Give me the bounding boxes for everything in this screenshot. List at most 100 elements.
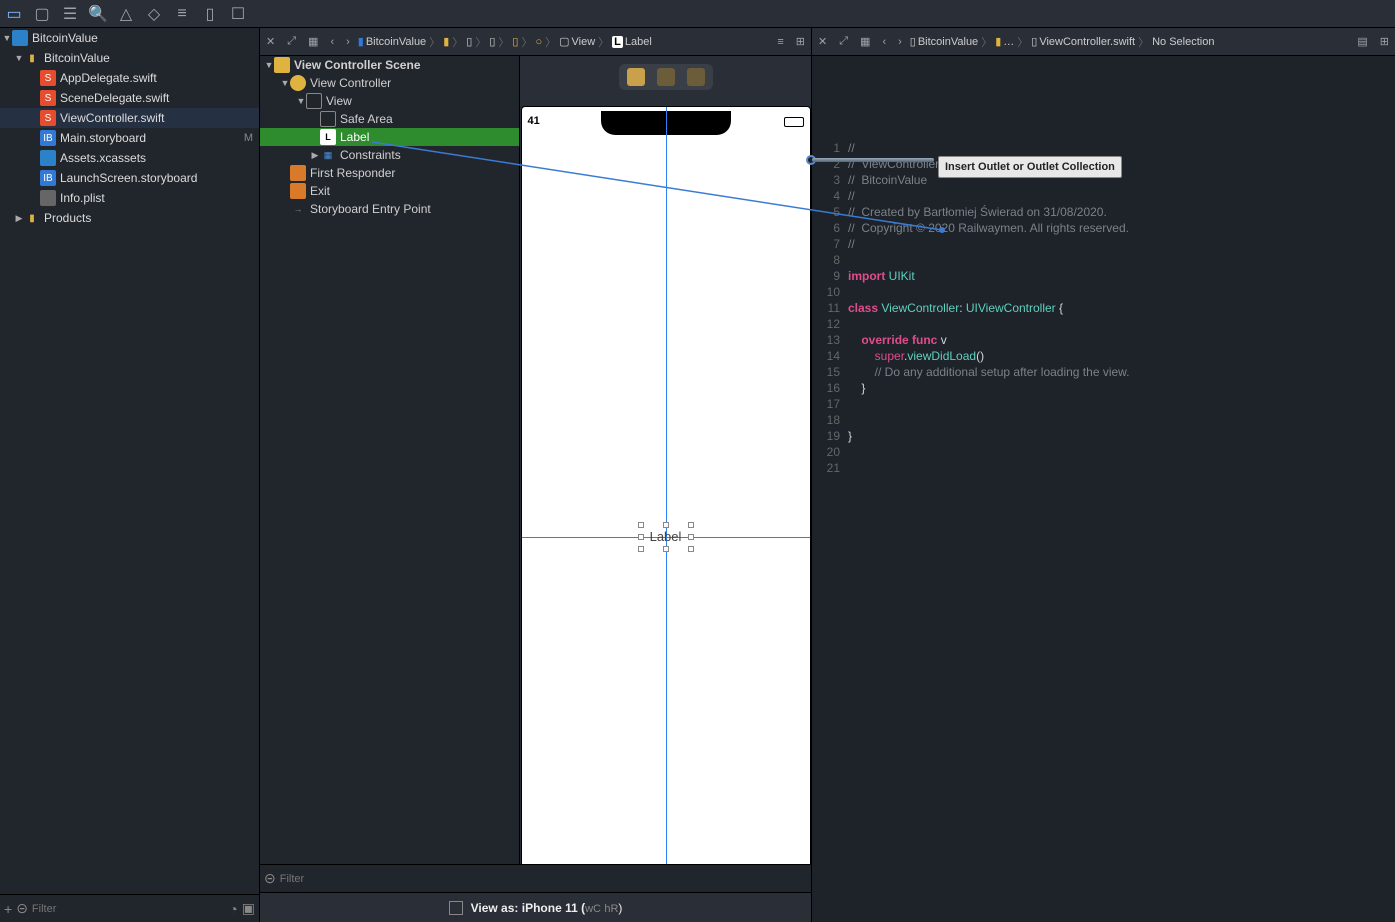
forward-icon[interactable]: › [892,36,908,48]
crumb-label[interactable]: L Label [610,36,654,48]
outline-entry-point[interactable]: → Storyboard Entry Point [260,200,519,218]
assistant-editor: ✕ ⤢ ▦ ‹ › ▯ BitcoinValue 〉▮ … 〉▯ ViewCon… [812,28,1395,922]
swift-file-icon: S [40,110,56,126]
safearea-icon [320,111,336,127]
selection-handles[interactable] [641,525,691,549]
navigator-toolbar: ▭ ▢ ☰ 🔍 △ ◇ ≡ ▯ ☐ [0,0,1395,28]
file-assets[interactable]: Assets.xcassets [0,148,259,168]
outline-label[interactable]: L Label [260,128,519,146]
file-appdelegate[interactable]: S AppDelegate.swift [0,68,259,88]
scene-dock [619,64,713,90]
recent-filter-icon[interactable]: ◔ [229,901,237,917]
swift-file-icon: S [40,70,56,86]
group-products[interactable]: ▶ ▮ Products [0,208,259,228]
breakpoint-navigator-icon[interactable]: ▯ [196,0,224,28]
crumb-folder[interactable]: ▮ … [993,35,1016,48]
outline-view[interactable]: ▼ View [260,92,519,110]
vc-icon [290,75,306,91]
interface-builder: ✕ ⤢ ▦ ‹ › ▮BitcoinValue 〉▮ 〉▯ 〉▯ 〉▯ 〉○ 〉… [260,28,812,922]
back-icon[interactable]: ‹ [324,36,340,48]
report-navigator-icon[interactable]: ☐ [224,0,252,28]
outline-scene[interactable]: ▼ View Controller Scene [260,56,519,74]
crumb-project[interactable]: ▮BitcoinValue [356,35,428,48]
crumb-scene[interactable]: ▯ [510,35,520,48]
navigator-filter-bar: + ⊝ ◔ ▣ [0,894,259,922]
first-responder-icon [290,165,306,181]
scene-icon [274,57,290,73]
crumb-view[interactable]: ▢View [557,35,597,48]
forward-icon[interactable]: › [340,36,356,48]
group-bitcoinvalue[interactable]: ▼ ▮ BitcoinValue [0,48,259,68]
source-editor[interactable]: Insert Outlet or Outlet Collection 1//2/… [812,56,1395,480]
related-items-icon[interactable]: ▦ [302,35,324,48]
device-preview[interactable]: 41 Label [521,106,811,864]
outline-viewcontroller[interactable]: ▼ View Controller [260,74,519,92]
storyboard-file-icon: IB [40,130,56,146]
alignment-guide-vertical [666,107,667,864]
outlet-drag-indicator [812,154,942,166]
dock-vc-icon[interactable] [627,68,645,86]
ib-jumpbar: ✕ ⤢ ▦ ‹ › ▮BitcoinValue 〉▮ 〉▯ 〉▯ 〉▯ 〉○ 〉… [260,28,811,56]
label-icon: L [320,129,336,145]
outlet-tooltip: Insert Outlet or Outlet Collection [938,156,1122,178]
symbol-navigator-icon[interactable]: ☰ [56,0,84,28]
add-editor-icon[interactable]: ⊞ [790,35,811,48]
status-clock: 41 [528,115,540,127]
crumb-file[interactable]: ▯ [464,35,474,48]
crumb-project[interactable]: ▯ BitcoinValue [908,35,980,48]
file-viewcontroller[interactable]: S ViewController.swift [0,108,259,128]
editor-jumpbar: ✕ ⤢ ▦ ‹ › ▯ BitcoinValue 〉▮ … 〉▯ ViewCon… [812,28,1395,56]
filter-scope-icon[interactable]: ⊝ [264,870,276,887]
crumb-selection[interactable]: No Selection [1150,36,1216,48]
storyboard-file-icon: IB [40,170,56,186]
plist-file-icon [40,190,56,206]
add-button[interactable]: + [4,901,12,917]
group-label: BitcoinValue [44,51,259,65]
project-icon [12,30,28,46]
navigator-filter-input[interactable] [32,903,225,915]
dock-first-responder-icon[interactable] [657,68,675,86]
outline-safearea[interactable]: Safe Area [260,110,519,128]
outline-filter-input[interactable] [280,873,807,885]
ib-canvas[interactable]: 41 Label [520,56,811,864]
test-navigator-icon[interactable]: ◇ [140,0,168,28]
device-config-icon[interactable] [449,901,463,915]
crumb-folder[interactable]: ▮ [441,35,451,48]
minimap-icon[interactable]: ▤ [1351,35,1373,48]
debug-navigator-icon[interactable]: ≡ [168,0,196,28]
close-tab-icon[interactable]: ✕ [260,35,281,48]
folder-icon: ▮ [24,210,40,226]
outline-first-responder[interactable]: First Responder [260,164,519,182]
constraints-icon: ▦ [320,147,336,163]
outline-filter-bar: ⊝ [260,864,811,892]
file-launchscreen[interactable]: IB LaunchScreen.storyboard [0,168,259,188]
back-icon[interactable]: ‹ [876,36,892,48]
project-root[interactable]: ▼ BitcoinValue [0,28,259,48]
device-config-bar[interactable]: View as: iPhone 11 (wC hR) [260,892,811,922]
project-navigator-icon[interactable]: ▭ [0,0,28,28]
outline-exit[interactable]: Exit [260,182,519,200]
expand-icon[interactable]: ⤢ [281,35,302,48]
adjust-editor-icon[interactable]: ≡ [771,36,789,48]
find-navigator-icon[interactable]: 🔍 [84,0,112,28]
crumb-file2[interactable]: ▯ [487,35,497,48]
source-control-icon[interactable]: ▢ [28,0,56,28]
filter-scope-icon[interactable]: ⊝ [16,900,28,917]
file-scenedelegate[interactable]: S SceneDelegate.swift [0,88,259,108]
expand-icon[interactable]: ⤢ [833,35,854,48]
folder-icon: ▮ [24,50,40,66]
add-editor-icon[interactable]: ⊞ [1374,35,1395,48]
crumb-file[interactable]: ▯ ViewController.swift [1029,35,1137,48]
crumb-vc[interactable]: ○ [533,36,544,48]
close-tab-icon[interactable]: ✕ [812,35,833,48]
scm-filter-icon[interactable]: ▣ [242,900,255,917]
issue-navigator-icon[interactable]: △ [112,0,140,28]
dock-exit-icon[interactable] [687,68,705,86]
project-name: BitcoinValue [32,31,259,45]
file-infoplist[interactable]: Info.plist [0,188,259,208]
view-icon [306,93,322,109]
related-items-icon[interactable]: ▦ [854,35,876,48]
file-main-storyboard[interactable]: IB Main.storyboard M [0,128,259,148]
swift-file-icon: S [40,90,56,106]
outline-constraints[interactable]: ▶ ▦ Constraints [260,146,519,164]
